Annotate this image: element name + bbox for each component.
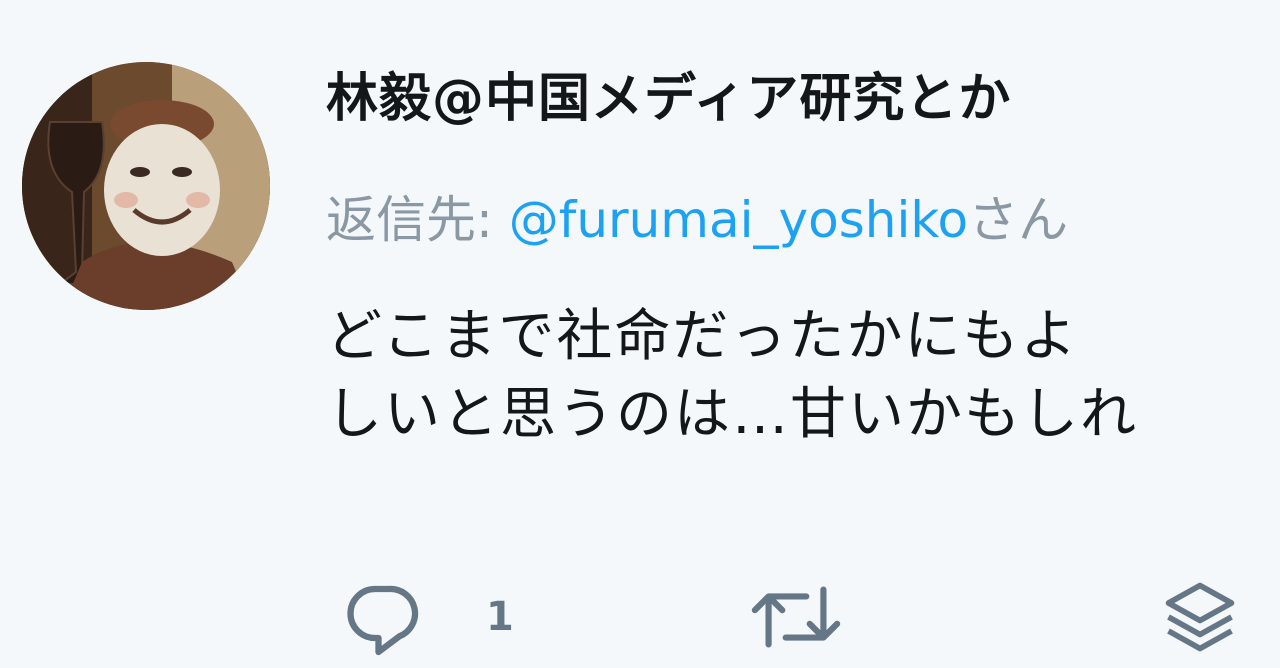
reply-suffix: さん [968, 191, 1069, 249]
reply-to-line: 返信先: @furumai_yoshikoさん [326, 180, 1068, 252]
reply-count: 1 [486, 594, 514, 640]
share-button[interactable] [1158, 575, 1242, 659]
retweet-icon [748, 575, 844, 659]
reply-mention-link[interactable]: @furumai_yoshiko [509, 191, 968, 249]
reply-button[interactable]: 1 [340, 575, 514, 659]
retweet-button[interactable] [748, 575, 844, 659]
avatar-image [22, 62, 270, 310]
layers-icon [1158, 575, 1242, 659]
tweet-text-line-1: どこまで社命だったかにもよ [326, 304, 1079, 369]
author-name[interactable]: 林毅@中国メディア研究とか [326, 56, 1011, 131]
reply-icon [340, 575, 424, 659]
tweet-card[interactable]: 林毅@中国メディア研究とか 返信先: @furumai_yoshikoさん どこ… [0, 0, 1280, 668]
avatar[interactable] [22, 62, 270, 310]
reply-prefix: 返信先: [326, 191, 509, 249]
tweet-text-line-2: しいと思うのは…甘いかもしれ [326, 382, 1138, 447]
tweet-text: どこまで社命だったかにもよ しいと思うのは…甘いかもしれ [326, 298, 1138, 454]
